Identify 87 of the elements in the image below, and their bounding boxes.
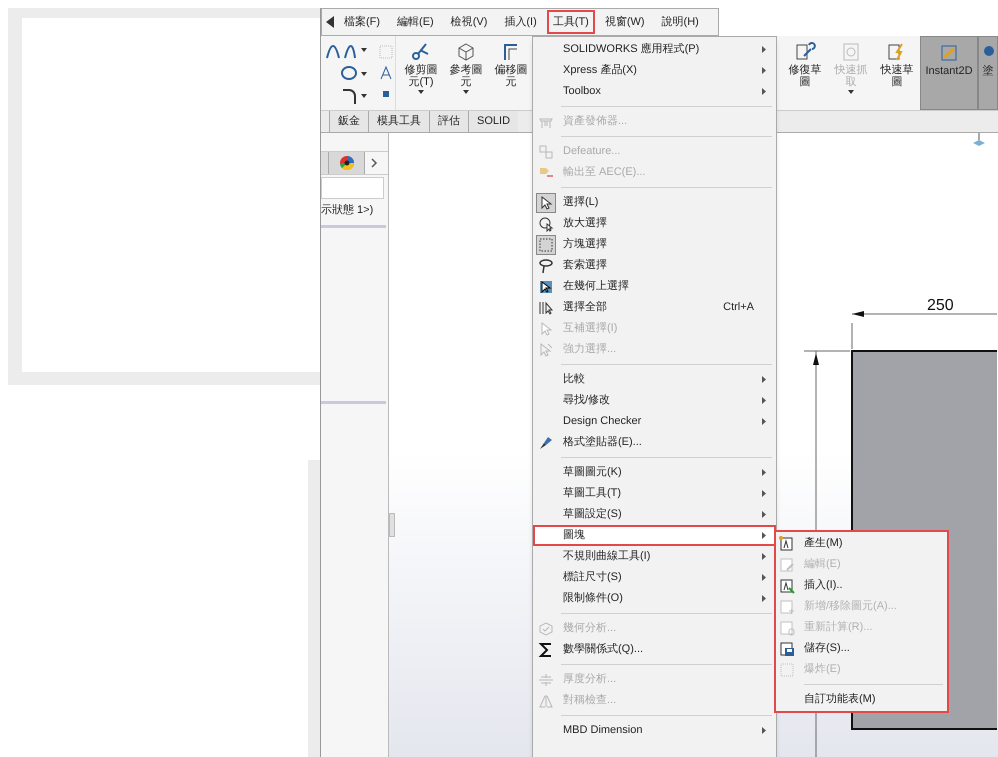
menu-item[interactable]: 方塊選擇: [533, 234, 776, 255]
menu-item[interactable]: 選擇(L): [533, 192, 776, 213]
panel-tab[interactable]: [329, 152, 365, 174]
sigma-icon: [538, 642, 554, 658]
menu-item[interactable]: 插入(I): [497, 10, 544, 34]
command-tab[interactable]: 鈑金: [329, 111, 368, 132]
submenu-arrow-icon: [762, 532, 766, 539]
menu-item[interactable]: 工具(T): [546, 10, 595, 34]
menu-item[interactable]: Design Checker: [533, 411, 776, 432]
menu-item[interactable]: 儲存(S)...: [776, 638, 947, 659]
menu-item[interactable]: 格式塗貼器(E)...: [533, 432, 776, 453]
menu-item[interactable]: 限制條件(O): [533, 588, 776, 609]
toolbar-button[interactable]: 偏移圖元: [491, 36, 531, 110]
squares-icon: [538, 144, 554, 160]
submenu-arrow-icon: [762, 574, 766, 581]
menu-item[interactable]: 數學關係式(Q)...: [533, 639, 776, 660]
configuration-label: 示狀態 1>): [321, 203, 374, 218]
cursor-icon: [538, 342, 554, 358]
toolbar-button[interactable]: 塗: [978, 36, 998, 110]
menu-item[interactable]: 說明(H): [654, 10, 706, 34]
left-arrow-icon[interactable]: [326, 16, 334, 28]
menu-item[interactable]: 圖塊: [533, 525, 776, 546]
menu-item[interactable]: 不規則曲線工具(I): [533, 546, 776, 567]
submenu-arrow-icon: [762, 88, 766, 95]
block-explode-icon: [779, 662, 795, 678]
menu-item[interactable]: 草圖圖元(K): [533, 462, 776, 483]
toolbar-button[interactable]: 快速草圖: [874, 36, 920, 110]
toolbar-button[interactable]: Instant2D: [920, 36, 978, 110]
menu-item[interactable]: 尋找/修改: [533, 390, 776, 411]
menu-item[interactable]: 編輯(E): [390, 10, 441, 34]
toolbar-button[interactable]: 修復草圖: [782, 36, 828, 110]
menu-item[interactable]: 插入(I)..: [776, 575, 947, 596]
menu-item[interactable]: 在幾何上選擇: [533, 276, 776, 297]
block-add-icon: [779, 598, 795, 614]
lasso-icon: [538, 258, 554, 274]
toolbar-button[interactable]: 參考圖元: [446, 36, 486, 110]
menu-item[interactable]: 套索選擇: [533, 255, 776, 276]
menu-item[interactable]: Toolbox: [533, 81, 776, 102]
block-edit-icon: [779, 556, 795, 572]
menu-item[interactable]: 草圖設定(S): [533, 504, 776, 525]
submenu-arrow-icon: [762, 469, 766, 476]
command-tab[interactable]: SOLID: [468, 111, 518, 132]
mirror-icon: [538, 692, 554, 708]
outline-a-icon[interactable]: [378, 66, 392, 80]
cube-icon: [538, 620, 554, 636]
menu-item[interactable]: 檔案(F): [337, 10, 388, 34]
thickness-icon: [538, 672, 554, 688]
command-tab[interactable]: 模具工具: [368, 111, 429, 132]
submenu-arrow-icon: [762, 418, 766, 425]
submenu-arrow-icon: [762, 553, 766, 560]
submenu-arrow-icon: [762, 727, 766, 734]
submenu-arrow-icon: [762, 397, 766, 404]
dimension-value: 250: [927, 297, 954, 314]
brush-icon: [538, 434, 554, 450]
block-rebuild-icon: [779, 620, 795, 636]
triad-icon: [973, 133, 985, 146]
block-new-icon: [779, 536, 795, 552]
toolbar-button[interactable]: 修剪圖元(T): [401, 36, 441, 110]
magnifier-cursor-icon: [538, 216, 554, 232]
cursor-square-icon: [538, 278, 554, 294]
menu-item[interactable]: Xpress 產品(X): [533, 60, 776, 81]
menu-item[interactable]: 視窗(W): [598, 10, 652, 34]
menu-item[interactable]: 自訂功能表(M): [776, 689, 947, 710]
collapse-handle[interactable]: [389, 513, 395, 537]
menu-item[interactable]: 標註尺寸(S): [533, 567, 776, 588]
menu-item[interactable]: MBD Dimension: [533, 720, 776, 741]
shortcut-label: Ctrl+A: [723, 300, 754, 316]
menu-item[interactable]: 比較: [533, 369, 776, 390]
menu-item[interactable]: SOLIDWORKS 應用程式(P): [533, 39, 776, 60]
menu-item[interactable]: 放大選擇: [533, 213, 776, 234]
chevron-right-icon[interactable]: [371, 158, 378, 168]
command-tab[interactable]: 評估: [429, 111, 468, 132]
block-insert-icon: [779, 578, 795, 594]
menu-item[interactable]: 草圖工具(T): [533, 483, 776, 504]
color-wheel-icon: [338, 155, 354, 171]
multi-cursor-icon: [538, 300, 554, 316]
submenu-arrow-icon: [762, 46, 766, 53]
wrench-icon: [794, 42, 816, 62]
submenu-arrow-icon: [762, 67, 766, 74]
menu-item[interactable]: 選擇全部 Ctrl+A: [533, 297, 776, 318]
submenu-arrow-icon: [762, 595, 766, 602]
panel-field[interactable]: [321, 177, 384, 199]
menu-item[interactable]: 檢視(V): [444, 10, 494, 34]
submenu-arrow-icon: [762, 490, 766, 497]
submenu-arrow-icon: [762, 511, 766, 518]
submenu-arrow-icon: [762, 376, 766, 383]
menu-item[interactable]: 產生(M): [776, 533, 947, 554]
